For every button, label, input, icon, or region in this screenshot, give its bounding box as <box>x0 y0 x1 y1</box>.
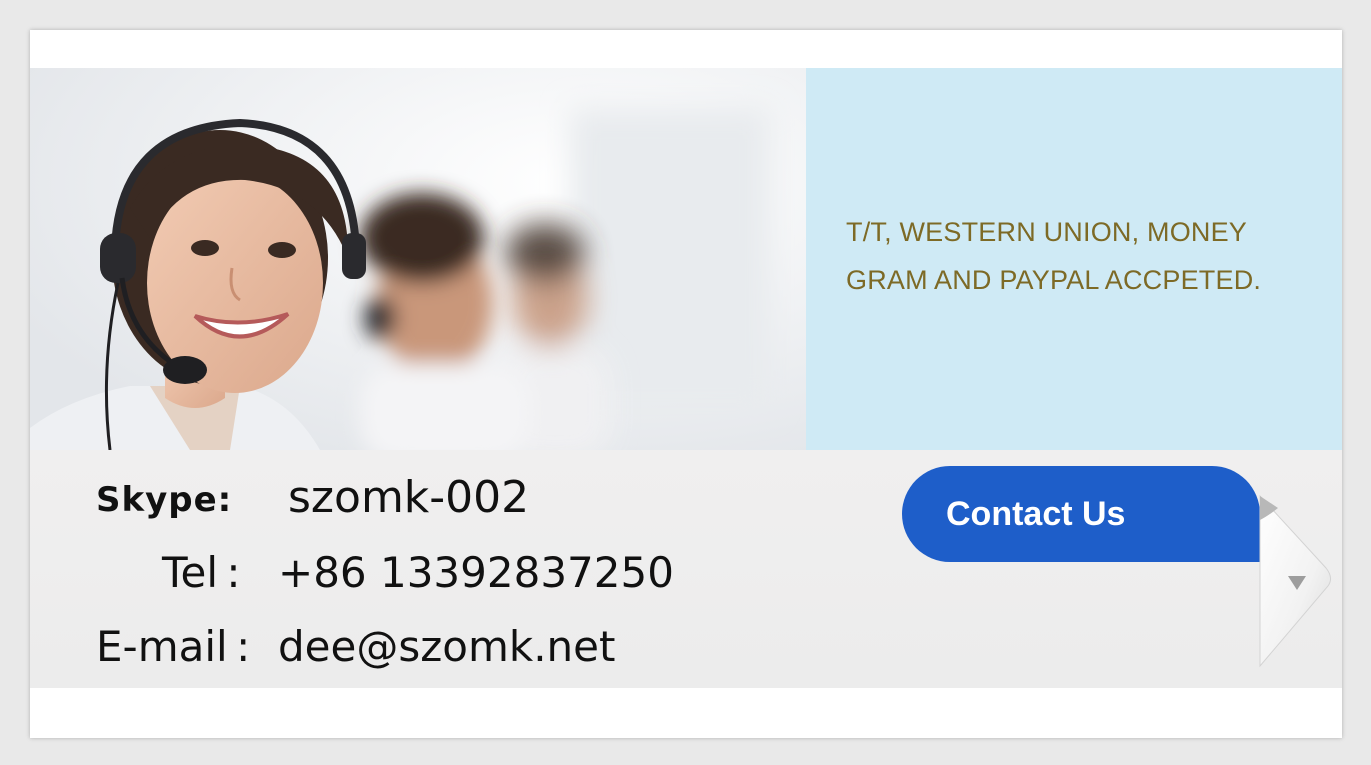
headset-agent-illustration <box>30 68 806 450</box>
contact-card: T/T, WESTERN UNION, MONEY GRAM AND PAYPA… <box>30 30 1342 738</box>
page-fold-arrow[interactable] <box>1258 494 1338 686</box>
email-value: dee@szomk.net <box>278 622 616 671</box>
bottom-strip <box>30 688 1342 738</box>
contact-us-button[interactable]: Contact Us <box>902 466 1260 562</box>
support-agent-photo <box>30 68 806 450</box>
skype-value: szomk-002 <box>288 472 530 523</box>
payment-info-panel: T/T, WESTERN UNION, MONEY GRAM AND PAYPA… <box>806 68 1342 450</box>
payment-line-2: GRAM AND PAYPAL ACCPETED. <box>846 265 1262 295</box>
contact-details-area: Skype: szomk-002 Tel : +86 13392837250 E… <box>30 450 1342 688</box>
payment-methods-text: T/T, WESTERN UNION, MONEY GRAM AND PAYPA… <box>846 208 1336 304</box>
payment-line-1: T/T, WESTERN UNION, MONEY <box>846 217 1248 247</box>
tel-label: Tel : <box>162 548 241 597</box>
tel-value: +86 13392837250 <box>278 548 674 597</box>
email-label: E-mail : <box>96 622 251 671</box>
banner: T/T, WESTERN UNION, MONEY GRAM AND PAYPA… <box>30 68 1342 450</box>
skype-label: Skype: <box>96 480 233 520</box>
